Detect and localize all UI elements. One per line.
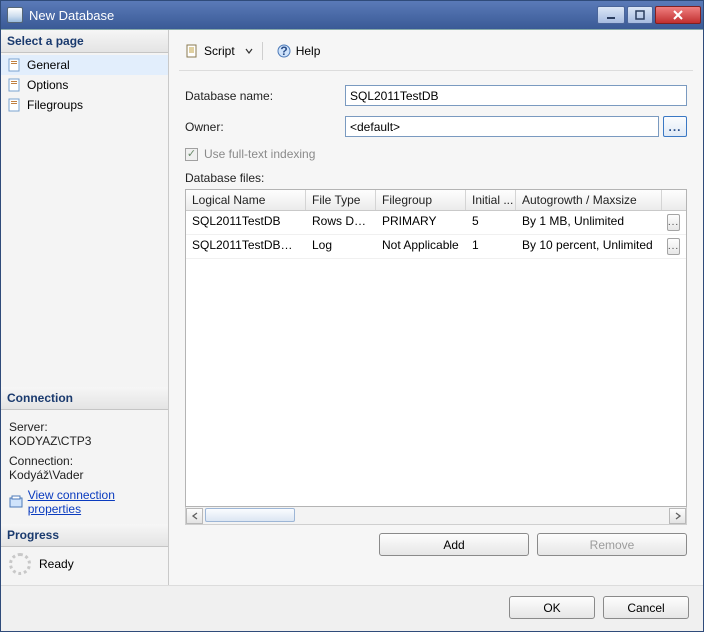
script-icon xyxy=(184,43,200,59)
progress-row: Ready xyxy=(1,547,168,585)
cell-autogrowth: By 1 MB, Unlimited xyxy=(516,211,662,234)
sidebar-item-options[interactable]: Options xyxy=(1,75,168,95)
page-icon xyxy=(7,77,23,93)
cell-file-type: Log xyxy=(306,235,376,258)
form-area: Database name: Owner: ... ✓ Use full-tex… xyxy=(179,71,693,564)
server-label: Server: xyxy=(9,420,160,434)
page-icon xyxy=(7,57,23,73)
sidebar-item-label: Filegroups xyxy=(27,98,83,112)
connection-block: Server: KODYAZ\CTP3 Connection: Kodyáž\V… xyxy=(1,410,168,524)
toolbar: Script ? Help xyxy=(179,36,693,71)
add-button[interactable]: Add xyxy=(379,533,529,556)
properties-icon xyxy=(9,494,24,510)
cell-initial: 1 xyxy=(466,235,516,258)
owner-input[interactable] xyxy=(345,116,659,137)
help-button[interactable]: ? Help xyxy=(271,40,326,62)
progress-spinner-icon xyxy=(9,553,31,575)
minimize-button[interactable] xyxy=(597,6,625,24)
cell-logical-name: SQL2011TestDB_log xyxy=(186,235,306,258)
col-autogrowth[interactable]: Autogrowth / Maxsize xyxy=(516,190,662,210)
grid-body: SQL2011TestDB Rows Data PRIMARY 5 By 1 M… xyxy=(186,211,686,506)
close-button[interactable] xyxy=(655,6,701,24)
progress-value: Ready xyxy=(39,557,74,571)
script-dropdown[interactable] xyxy=(244,47,254,55)
fulltext-label: Use full-text indexing xyxy=(204,147,315,161)
col-logical-name[interactable]: Logical Name xyxy=(186,190,306,210)
col-filegroup[interactable]: Filegroup xyxy=(376,190,466,210)
connection-header: Connection xyxy=(1,387,168,410)
fulltext-checkbox: ✓ xyxy=(185,148,198,161)
owner-browse-button[interactable]: ... xyxy=(663,116,687,137)
main: Script ? Help Database name: Owner: ... xyxy=(169,30,703,585)
grid-header: Logical Name File Type Filegroup Initial… xyxy=(186,190,686,211)
script-button[interactable]: Script xyxy=(179,40,240,62)
table-row[interactable]: SQL2011TestDB_log Log Not Applicable 1 B… xyxy=(186,235,686,259)
sidebar-item-label: General xyxy=(27,58,70,72)
scroll-right-icon[interactable] xyxy=(669,508,686,524)
dialog-footer: OK Cancel xyxy=(1,585,703,631)
toolbar-separator xyxy=(262,42,263,60)
dbfiles-label: Database files: xyxy=(185,171,687,185)
svg-text:?: ? xyxy=(280,44,287,58)
script-label: Script xyxy=(204,44,235,58)
sidebar-item-filegroups[interactable]: Filegroups xyxy=(1,95,168,115)
maximize-button[interactable] xyxy=(627,6,653,24)
window-title: New Database xyxy=(29,8,595,23)
grid-button-row: Add Remove xyxy=(185,525,687,560)
ok-button[interactable]: OK xyxy=(509,596,595,619)
page-icon xyxy=(7,97,23,113)
cell-logical-name: SQL2011TestDB xyxy=(186,211,306,234)
scroll-track[interactable] xyxy=(203,508,669,524)
app-icon xyxy=(7,7,23,23)
window: New Database Select a page General Optio… xyxy=(0,0,704,632)
connection-value: Kodyáž\Vader xyxy=(9,468,160,482)
select-page-header: Select a page xyxy=(1,30,168,53)
cell-filegroup: Not Applicable xyxy=(376,235,466,258)
scroll-left-icon[interactable] xyxy=(186,508,203,524)
table-row[interactable]: SQL2011TestDB Rows Data PRIMARY 5 By 1 M… xyxy=(186,211,686,235)
col-initial[interactable]: Initial ... xyxy=(466,190,516,210)
cell-file-type: Rows Data xyxy=(306,211,376,234)
sidebar-item-general[interactable]: General xyxy=(1,55,168,75)
titlebar[interactable]: New Database xyxy=(1,1,703,29)
help-icon: ? xyxy=(276,43,292,59)
autogrowth-edit-button[interactable]: ... xyxy=(667,214,680,231)
sidebar-item-label: Options xyxy=(27,78,68,92)
owner-label: Owner: xyxy=(185,120,345,134)
help-label: Help xyxy=(296,44,321,58)
sidebar: Select a page General Options Filegroups… xyxy=(1,30,169,585)
cell-autogrowth: By 10 percent, Unlimited xyxy=(516,235,662,258)
server-value: KODYAZ\CTP3 xyxy=(9,434,160,448)
cell-initial: 5 xyxy=(466,211,516,234)
autogrowth-edit-button[interactable]: ... xyxy=(667,238,680,255)
body: Select a page General Options Filegroups… xyxy=(1,29,703,585)
dbfiles-grid[interactable]: Logical Name File Type Filegroup Initial… xyxy=(185,189,687,507)
fulltext-row: ✓ Use full-text indexing xyxy=(185,147,687,161)
connection-label: Connection: xyxy=(9,454,160,468)
remove-button[interactable]: Remove xyxy=(537,533,687,556)
view-connection-properties-link[interactable]: View connection properties xyxy=(28,488,160,516)
cell-filegroup: PRIMARY xyxy=(376,211,466,234)
grid-hscrollbar[interactable] xyxy=(185,507,687,525)
dbname-input[interactable] xyxy=(345,85,687,106)
col-file-type[interactable]: File Type xyxy=(306,190,376,210)
scroll-thumb[interactable] xyxy=(205,508,295,522)
progress-header: Progress xyxy=(1,524,168,547)
dbname-label: Database name: xyxy=(185,89,345,103)
page-list: General Options Filegroups xyxy=(1,53,168,117)
cancel-button[interactable]: Cancel xyxy=(603,596,689,619)
